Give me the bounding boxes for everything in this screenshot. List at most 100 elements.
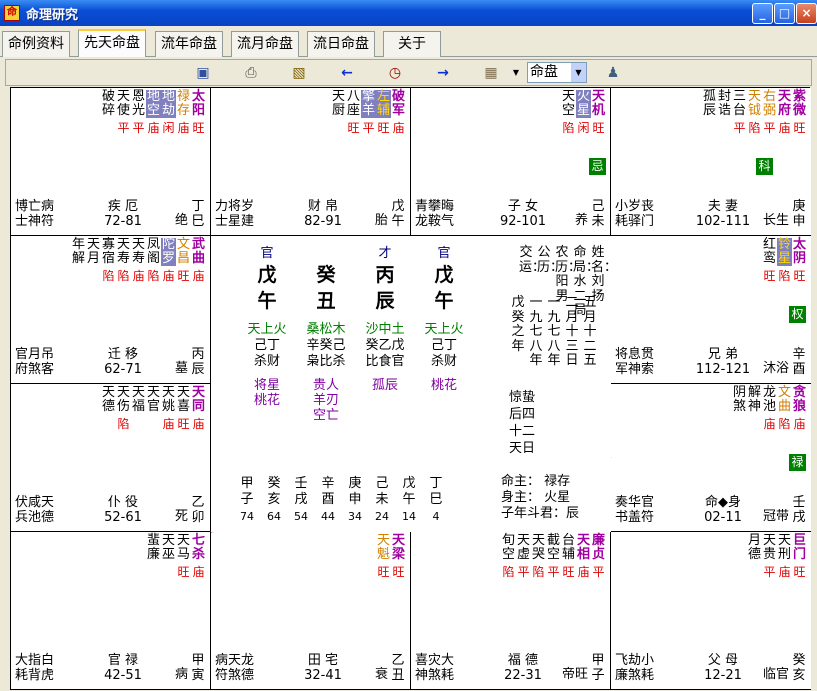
palace-cell-mao[interactable]: 天同庙天喜旺天姚庙天官 天福 天伤陷天德 伏咸天 兵池德仆 役 52-61 死乙卯 xyxy=(11,384,211,532)
star-name: 天空 xyxy=(561,89,575,118)
dayun-branch: 申 xyxy=(348,492,362,507)
palace-range: 42-51 xyxy=(104,668,142,683)
star: 天府庙 xyxy=(777,90,792,136)
star-name: 孤辰 xyxy=(702,89,716,118)
star-brightness: 旺 xyxy=(177,269,190,283)
palace-cell-you[interactable]: 太阴旺铃星陷红鸾旺权将息贯 军神索兄 弟 112-121 沐浴 辛酉 xyxy=(611,236,811,384)
star-brightness: 旺 xyxy=(392,565,405,579)
print-icon[interactable]: ⎙ xyxy=(241,63,261,83)
tab-day-chart[interactable]: 流日命盘 xyxy=(307,31,375,57)
chevron-down-icon[interactable]: ▼ xyxy=(571,63,586,82)
palace-gods: 将息贯 军神索 xyxy=(615,347,679,377)
palace-cell-zi[interactable]: 廉贞平天相庙台辅旺截空平天哭陷天虚平旬空陷喜灾大 神煞耗福 德 22-31 帝旺 甲子 xyxy=(411,532,611,690)
window-title: 命理研究 xyxy=(26,8,79,23)
tab-month-chart[interactable]: 流月命盘 xyxy=(231,31,299,57)
gods-bottom: 书盖符 xyxy=(615,510,655,525)
star-list: 武曲庙文昌旺陀罗庙凤阁陷天寿庙天寿陷寡宿陷天月 年解 xyxy=(71,238,206,284)
dayun-item: 甲子 74 xyxy=(233,476,261,526)
star: 巨门旺 xyxy=(792,534,807,580)
star-name: 三台 xyxy=(732,89,746,118)
dropdown-arrow-icon[interactable]: ▼ xyxy=(511,63,521,83)
palace-stage: 胎 xyxy=(374,213,388,228)
palace-cell-shen[interactable]: 紫微旺天府庙右弼平天钺陷三台平封诰 孤辰科小岁丧 耗驿门夫 妻 102-111 长生 庚申 xyxy=(611,88,811,236)
palace-range: 32-41 xyxy=(304,668,342,683)
tab-year-chart[interactable]: 流年命盘 xyxy=(155,31,223,57)
minimize-button[interactable]: _ xyxy=(752,3,773,24)
palace-cell-xu[interactable]: 贪狼庙文曲陷龙池庙解神 阴煞禄奏华官 书盖符 命◆身 02-11 冠带 壬戌 xyxy=(611,384,811,532)
dayun-branch: 巳 xyxy=(429,492,443,507)
tab-about[interactable]: 关于 xyxy=(383,31,441,57)
dayun-branch: 午 xyxy=(402,492,416,507)
star-name: 天马 xyxy=(176,533,190,562)
star-brightness: 庙 xyxy=(177,121,190,135)
pillar-hidden-stems: 癸乙戊 xyxy=(365,338,405,353)
chart-type-select[interactable]: 命盘 ▼ xyxy=(527,62,587,83)
palace-cell-wu[interactable]: 破军庙左辅旺擎羊平八座旺天厨 力将岁 士星建财 帛 82-91 胎戊午 xyxy=(211,88,411,236)
pillar-god: 官 xyxy=(437,246,451,261)
palace-cell-si[interactable]: 太阳旺禄存庙地劫闲地空庙恩光平天使平破碎 博亡病 士神符疾 厄 72-81 绝丁巳 xyxy=(11,88,211,236)
gods-bottom: 龙鞍气 xyxy=(415,214,455,229)
star-brightness: 旺 xyxy=(562,565,575,579)
star-name: 凤阁 xyxy=(146,237,160,266)
star-name: 天寿 xyxy=(131,237,145,266)
star-brightness: 旺 xyxy=(793,565,806,579)
star-list: 七杀庙天马旺天巫 蜚廉 xyxy=(146,534,206,580)
palace-gods: 小岁丧 耗驿门 xyxy=(615,199,679,229)
tab-case-info[interactable]: 命例资料 xyxy=(2,31,70,57)
star-name: 天使 xyxy=(116,89,130,118)
pillar-shensha: 孤辰 xyxy=(371,378,398,393)
palace-name-block: 疾 厄 72-81 xyxy=(93,199,153,229)
star-name: 天府 xyxy=(777,89,791,118)
palace-cell-chen[interactable]: 武曲庙文昌旺陀罗庙凤阁陷天寿庙天寿陷寡宿陷天月 年解 官月吊 府煞客迁 移 62-71 墓… xyxy=(11,236,211,384)
palace-ganzhi: 甲寅 xyxy=(191,653,205,683)
export-icon[interactable]: ▧ xyxy=(289,63,309,83)
star-brightness: 平 xyxy=(362,121,375,135)
tab-bar: 命例资料 先天命盘 流年命盘 流月命盘 流日命盘 关于 xyxy=(0,28,817,57)
close-button[interactable]: × xyxy=(796,3,817,24)
palace-name: 兄 弟 xyxy=(707,347,739,362)
arrow-right-icon[interactable]: → xyxy=(433,63,453,83)
gods-top: 飞劫小 xyxy=(615,653,655,668)
star-brightness: 陷 xyxy=(117,417,130,431)
star-brightness: 陷 xyxy=(778,417,791,431)
star: 孤辰 xyxy=(702,90,717,136)
palace-cell-chou[interactable]: 天梁旺天魁旺病天龙 符煞德田 宅 32-41 衰乙丑 xyxy=(211,532,411,690)
palace-name-block: 父 母 12-21 xyxy=(693,653,753,683)
palace-cell-yin[interactable]: 七杀庙天马旺天巫 蜚廉 大指白 耗背虎官 禄 42-51 病甲寅 xyxy=(11,532,211,690)
maximize-button[interactable]: □ xyxy=(774,3,795,24)
palace-name-block: 福 德 22-31 xyxy=(493,653,553,683)
star-name: 破军 xyxy=(391,89,405,118)
birth-column: 一九七八年 xyxy=(529,295,543,368)
palace-ganzhi: 辛酉 xyxy=(792,347,806,377)
palace-info: 飞劫小 廉煞耗父 母 12-21 临官 癸亥 xyxy=(615,653,807,685)
star-name: 地空 xyxy=(146,89,161,118)
grid-icon[interactable]: ▦ xyxy=(481,63,501,83)
palace-ganzhi: 己未 xyxy=(591,199,605,229)
palace-range: 52-61 xyxy=(104,510,142,525)
star-brightness: 旺 xyxy=(177,565,190,579)
arrow-left-icon[interactable]: ← xyxy=(337,63,357,83)
palace-cell-hai[interactable]: 巨门旺天刑庙天贵平月德 飞劫小 廉煞耗父 母 12-21 临官 癸亥 xyxy=(611,532,811,690)
star-brightness: 陷 xyxy=(532,565,545,579)
palace-info: 将息贯 军神索兄 弟 112-121 沐浴 辛酉 xyxy=(615,347,807,379)
star: 天官 xyxy=(146,386,161,432)
palace-gods: 青攀晦 龙鞍气 xyxy=(415,199,479,229)
star: 破军庙 xyxy=(391,90,406,136)
users-icon[interactable]: ♟ xyxy=(603,63,623,83)
gods-bottom: 廉煞耗 xyxy=(615,668,655,683)
star-name: 太阳 xyxy=(191,89,205,118)
star-name: 贪狼 xyxy=(792,385,806,414)
tab-natal-chart[interactable]: 先天命盘 xyxy=(78,29,146,57)
star: 天空陷 xyxy=(561,90,576,136)
star-brightness: 平 xyxy=(517,565,530,579)
star: 左辅旺 xyxy=(376,90,391,136)
palace-cell-wei[interactable]: 天机旺火星闲天空陷忌青攀晦 龙鞍气子 女 92-101 养己未 xyxy=(411,88,611,236)
save-icon[interactable]: ▣ xyxy=(193,63,213,83)
palace-stage: 冠带 xyxy=(762,509,789,524)
palace-stage: 死 xyxy=(174,509,188,524)
clock-icon[interactable]: ◷ xyxy=(385,63,405,83)
pillar-shensha: 羊刃 xyxy=(312,393,339,408)
star: 恩光平 xyxy=(131,90,146,136)
palace-gods: 喜灾大 神煞耗 xyxy=(415,653,479,683)
gods-top: 将息贯 xyxy=(615,347,655,362)
